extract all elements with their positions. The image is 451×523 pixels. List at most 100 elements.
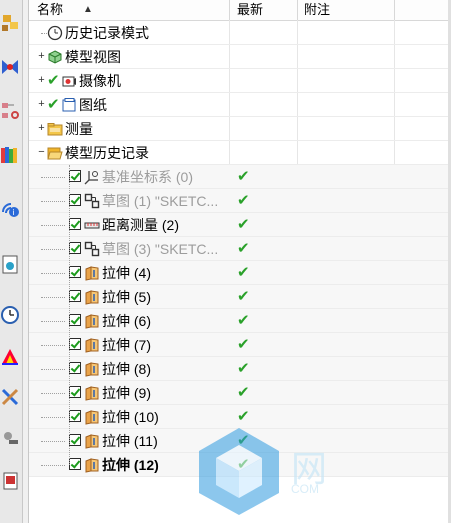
tree-connector <box>41 321 65 322</box>
latest-checkmark-icon: ✔ <box>237 336 250 353</box>
manufacturing-wizard-icon[interactable] <box>0 428 20 450</box>
constraint-navigator-icon[interactable] <box>0 56 20 78</box>
tree-row[interactable]: 草图 (1) "SKETC... ✔ <box>29 189 448 213</box>
system-materials-icon[interactable] <box>0 346 20 368</box>
part-navigator-icon[interactable] <box>0 100 20 122</box>
tree-item-label: 测量 <box>65 121 93 137</box>
tree-row[interactable]: + 模型视图 <box>29 45 448 69</box>
collapse-icon[interactable]: − <box>37 147 46 158</box>
tree-item-label: 图纸 <box>79 97 107 113</box>
datum-csys-icon <box>84 169 100 185</box>
tree-connector <box>41 369 65 370</box>
tree-item-label: 距离测量 (2) <box>102 217 179 233</box>
tree-row[interactable]: 距离测量 (2) ✔ <box>29 213 448 237</box>
feature-checkbox[interactable] <box>69 410 81 422</box>
tree-item-label: 拉伸 (9) <box>102 385 151 401</box>
feature-checkbox[interactable] <box>69 386 81 398</box>
sort-ascending-icon[interactable]: ▲ <box>83 0 93 20</box>
tree-connector <box>41 297 65 298</box>
expand-icon[interactable]: + <box>37 123 46 134</box>
tree-connector <box>41 249 65 250</box>
column-latest-header[interactable]: 最新 <box>237 0 263 20</box>
feature-checkbox[interactable] <box>69 314 81 326</box>
tree-item-label: 历史记录模式 <box>65 25 149 41</box>
tree-row[interactable]: + 测量 <box>29 117 448 141</box>
expand-icon[interactable]: + <box>37 75 46 86</box>
hd3d-tools-icon[interactable]: i <box>0 198 20 220</box>
tree-connector <box>41 177 65 178</box>
reuse-library-icon[interactable] <box>0 144 20 166</box>
latest-checkmark-icon: ✔ <box>237 264 250 281</box>
tree-connector <box>69 165 70 465</box>
process-studio-icon[interactable] <box>0 386 20 408</box>
tree-row[interactable]: 拉伸 (9) ✔ <box>29 381 448 405</box>
tree-item-label: 基准坐标系 (0) <box>102 169 193 185</box>
watermark-logo <box>194 423 284 518</box>
visible-checkmark-icon[interactable]: ✔ <box>47 71 60 89</box>
feature-checkbox[interactable] <box>69 170 81 182</box>
tree-row[interactable]: 拉伸 (6) ✔ <box>29 309 448 333</box>
history-icon[interactable] <box>0 304 20 326</box>
tree-item-label: 拉伸 (5) <box>102 289 151 305</box>
roles-icon[interactable] <box>0 470 20 492</box>
tree-item-label: 草图 (1) "SKETC... <box>102 193 219 209</box>
tree-item-label: 拉伸 (11) <box>102 433 158 449</box>
tree-item-label: 拉伸 (6) <box>102 313 151 329</box>
tree-row[interactable]: 拉伸 (5) ✔ <box>29 285 448 309</box>
extrude-icon <box>84 433 100 449</box>
tree-item-label: 模型历史记录 <box>65 145 149 161</box>
tree-item-label: 拉伸 (7) <box>102 337 151 353</box>
tree-connector <box>41 393 65 394</box>
tree-row[interactable]: 拉伸 (4) ✔ <box>29 261 448 285</box>
tree-connector <box>41 225 65 226</box>
tree-connector <box>41 465 65 466</box>
tree-connector <box>41 273 65 274</box>
tree-connector <box>41 345 65 346</box>
column-name-header[interactable]: 名称 <box>37 0 63 20</box>
feature-checkbox[interactable] <box>69 338 81 350</box>
latest-checkmark-icon: ✔ <box>237 240 250 257</box>
tree-row[interactable]: 拉伸 (7) ✔ <box>29 333 448 357</box>
tree-item-label: 拉伸 (12) <box>102 457 159 473</box>
tree-row[interactable]: + ✔ 摄像机 <box>29 69 448 93</box>
expand-icon[interactable]: + <box>37 99 46 110</box>
tree-row[interactable]: 历史记录模式 <box>29 21 448 45</box>
web-browser-icon[interactable] <box>0 254 20 276</box>
resource-bar: i <box>0 0 23 523</box>
tree-row[interactable]: − 模型历史记录 <box>29 141 448 165</box>
extrude-icon <box>84 289 100 305</box>
sketch-icon <box>84 193 100 209</box>
expand-icon[interactable]: + <box>37 51 46 62</box>
tree-row[interactable]: 草图 (3) "SKETC... ✔ <box>29 237 448 261</box>
tree-row[interactable]: 基准坐标系 (0) ✔ <box>29 165 448 189</box>
column-header: 名称 ▲ 最新 附注 <box>29 0 451 21</box>
feature-checkbox[interactable] <box>69 266 81 278</box>
visible-checkmark-icon[interactable]: ✔ <box>47 95 60 113</box>
feature-checkbox[interactable] <box>69 458 81 470</box>
column-note-header[interactable]: 附注 <box>304 0 330 20</box>
open-folder-icon <box>47 145 63 161</box>
latest-checkmark-icon: ✔ <box>237 168 250 185</box>
latest-checkmark-icon: ✔ <box>237 360 250 377</box>
feature-checkbox[interactable] <box>69 218 81 230</box>
tree-item-label: 草图 (3) "SKETC... <box>102 241 219 257</box>
extrude-icon <box>84 265 100 281</box>
feature-checkbox[interactable] <box>69 242 81 254</box>
tree-row[interactable]: 拉伸 (8) ✔ <box>29 357 448 381</box>
tree-item-label: 拉伸 (10) <box>102 409 159 425</box>
latest-checkmark-icon: ✔ <box>237 216 250 233</box>
extrude-icon <box>84 313 100 329</box>
model-views-icon <box>47 49 63 65</box>
tree-connector <box>41 417 65 418</box>
tree-connector <box>41 441 65 442</box>
tree-row[interactable]: + ✔ 图纸 <box>29 93 448 117</box>
feature-checkbox[interactable] <box>69 290 81 302</box>
clock-icon <box>47 25 63 41</box>
feature-checkbox[interactable] <box>69 362 81 374</box>
feature-checkbox[interactable] <box>69 194 81 206</box>
extrude-icon <box>84 385 100 401</box>
extrude-icon <box>84 457 100 473</box>
assembly-navigator-icon[interactable] <box>0 12 20 34</box>
feature-checkbox[interactable] <box>69 434 81 446</box>
latest-checkmark-icon: ✔ <box>237 384 250 401</box>
